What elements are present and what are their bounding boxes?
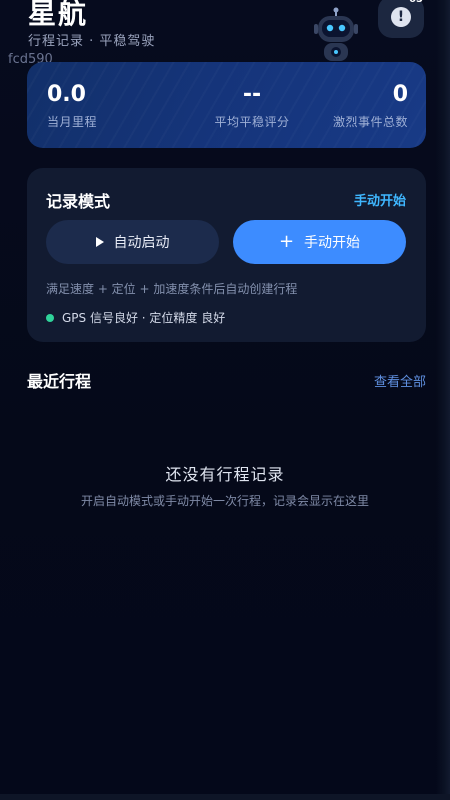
bottom-edge-shade: [0, 794, 450, 800]
app-screen: 星航 行程记录 · 平稳驾驶 fcd590 ! 65 0.0 当月里程 -- 平…: [0, 0, 450, 800]
stat-label: 平均平稳评分: [214, 115, 290, 129]
auto-start-label: 自动启动: [113, 235, 170, 251]
app-title: 星航: [28, 0, 89, 30]
empty-state-title: 还没有行程记录: [165, 465, 285, 484]
stat-value: 0: [392, 82, 408, 107]
stat-harsh-events: 0 激烈事件总数: [333, 82, 408, 130]
right-edge-shade: [436, 0, 450, 800]
alert-button[interactable]: !: [378, 0, 424, 38]
current-mode-link[interactable]: 手动开始: [354, 190, 406, 209]
auto-start-button[interactable]: 自动启动: [46, 220, 219, 264]
alert-icon: !: [391, 7, 411, 27]
record-mode-title: 记录模式: [46, 192, 111, 211]
plus-icon: +: [278, 231, 295, 252]
app-subtitle: 行程记录 · 平稳驾驶: [28, 34, 156, 49]
gps-status-row: GPS 信号良好 · 定位精度 良好: [46, 309, 225, 326]
robot-mascot-icon[interactable]: [312, 4, 360, 66]
view-all-link[interactable]: 查看全部: [374, 371, 426, 390]
manual-start-label: 手动开始: [304, 235, 361, 251]
gps-status-text: GPS 信号良好 · 定位精度 良好: [62, 311, 226, 325]
recent-trips-title: 最近行程: [27, 372, 92, 391]
gps-status-dot-icon: [46, 313, 54, 322]
record-mode-description: 满足速度 + 定位 + 加速度条件后自动创建行程: [46, 282, 298, 296]
alert-count-badge: 65: [409, 0, 423, 5]
stat-value: --: [242, 82, 262, 107]
manual-start-button[interactable]: + 手动开始: [233, 220, 406, 264]
play-icon: [95, 237, 104, 247]
stat-label: 当月里程: [47, 115, 98, 129]
stat-monthly-distance: 0.0 当月里程: [47, 82, 97, 130]
stat-label: 激烈事件总数: [332, 115, 408, 129]
empty-state-subtitle: 开启自动模式或手动开始一次行程，记录会显示在这里: [80, 494, 369, 508]
stat-value: 0.0: [47, 82, 86, 107]
stat-avg-smooth-score: -- 平均平稳评分: [177, 82, 327, 130]
stats-summary-card: 0.0 当月里程 -- 平均平稳评分 0 激烈事件总数: [27, 62, 426, 148]
record-mode-card: 记录模式 手动开始 自动启动 + 手动开始 满足速度 + 定位 + 加速度条件后…: [27, 168, 426, 342]
